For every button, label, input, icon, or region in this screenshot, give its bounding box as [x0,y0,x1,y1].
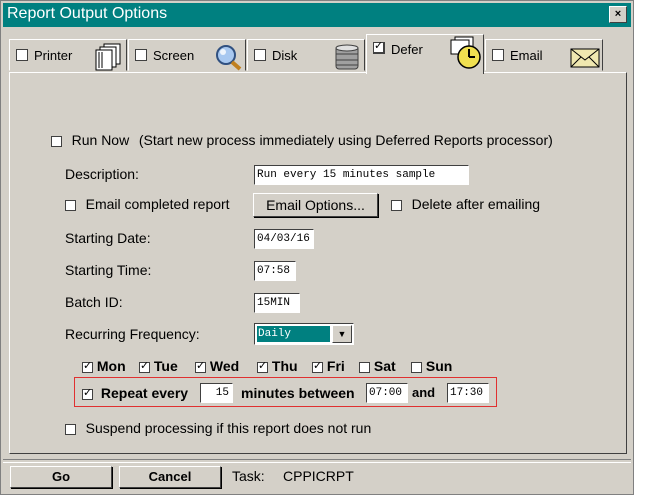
clock-pages-icon [449,36,483,73]
tab-screen[interactable]: Screen [128,39,246,71]
magnifier-icon [213,43,243,74]
disk-stack-icon [332,43,362,74]
tab-defer[interactable]: Defer [366,34,484,74]
task-label: Task: [232,468,265,484]
report-output-options-window: Report Output Options × Printer Screen D… [0,0,634,495]
cancel-button[interactable]: Cancel [119,466,221,488]
go-button[interactable]: Go [10,466,112,488]
tab-email-label: Email [510,48,543,63]
tab-disk-label: Disk [272,48,298,63]
tab-printer-label: Printer [34,48,73,63]
tab-screen-label: Screen [153,48,195,63]
footer-divider [3,459,631,463]
window-title: Report Output Options [7,5,168,22]
tab-defer-label: Defer [391,42,423,57]
screen-checkbox[interactable] [135,49,147,61]
disk-checkbox[interactable] [254,49,266,61]
email-checkbox[interactable] [492,49,504,61]
tab-disk[interactable]: Disk [247,39,365,71]
tab-email[interactable]: Email [485,39,603,71]
printer-checkbox[interactable] [16,49,28,61]
envelope-icon [570,43,600,74]
close-button[interactable]: × [609,6,627,23]
printer-pages-icon [94,43,124,74]
title-bar: Report Output Options × [3,3,631,27]
defer-checkbox[interactable] [373,39,385,54]
tab-printer[interactable]: Printer [9,39,127,71]
defer-tab-panel [9,72,627,454]
task-value: CPPICRPT [283,468,354,484]
